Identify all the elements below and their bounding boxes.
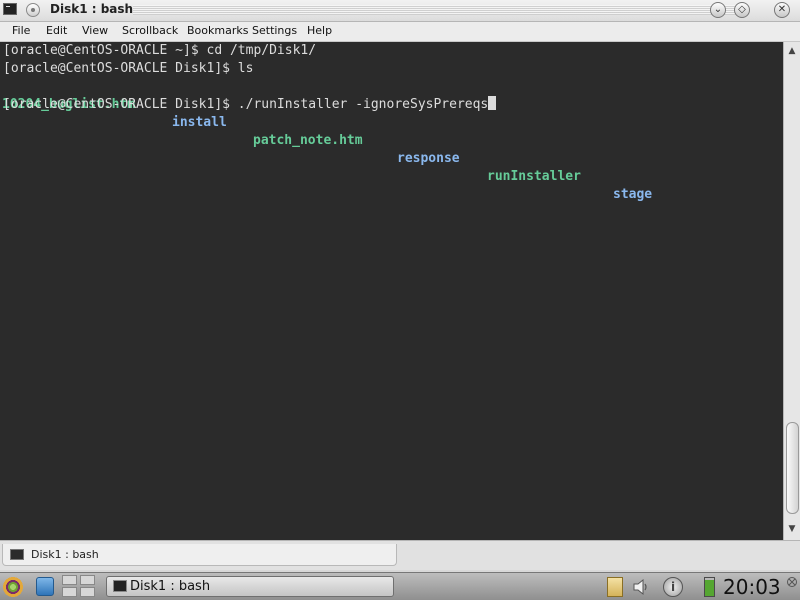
maximize-button[interactable]: ◇ [734, 2, 750, 18]
ls-item-response: response [397, 151, 460, 166]
kmenu-icon[interactable] [3, 577, 23, 597]
volume-icon[interactable] [632, 577, 652, 597]
pager-desktop-3[interactable] [62, 587, 77, 597]
menu-scrollback[interactable]: Scrollback [122, 24, 178, 37]
panel-corner-icon[interactable] [786, 576, 798, 588]
menu-bar: File Edit View Scrollback Bookmarks Sett… [0, 22, 800, 42]
scroll-down-arrow-icon[interactable]: ▼ [784, 522, 800, 536]
terminal-area[interactable]: [oracle@CentOS-ORACLE ~]$ cd /tmp/Disk1/… [0, 42, 783, 540]
desktop-icon[interactable] [36, 577, 54, 596]
terminal-icon [113, 580, 127, 592]
vertical-scrollbar[interactable]: ▲ ▼ [783, 42, 800, 540]
pager-desktop-4[interactable] [80, 587, 95, 597]
ls-item-runinstaller: runInstaller [487, 169, 581, 184]
taskbar-window-button[interactable]: Disk1 : bash [106, 576, 394, 597]
pager-icon[interactable] [62, 575, 96, 598]
ls-item-install: install [172, 115, 227, 130]
terminal-cursor [488, 96, 497, 110]
menu-view[interactable]: View [82, 24, 108, 37]
terminal-current-line[interactable]: [oracle@CentOS-ORACLE Disk1]$ ./runInsta… [3, 96, 497, 114]
taskbar-window-label: Disk1 : bash [130, 579, 211, 594]
menu-file[interactable]: File [12, 24, 30, 37]
session-tab[interactable]: Disk1 : bash [2, 544, 397, 566]
clock[interactable]: 20:03 [723, 575, 781, 599]
clipboard-icon[interactable] [607, 577, 623, 597]
titlebar-decoration [133, 5, 740, 15]
terminal-line-1: [oracle@CentOS-ORACLE ~]$ cd /tmp/Disk1/ [3, 43, 317, 58]
scrollbar-thumb[interactable] [786, 422, 799, 514]
menu-edit[interactable]: Edit [46, 24, 67, 37]
pager-desktop-2[interactable] [80, 575, 95, 585]
window-titlebar[interactable]: Disk1 : bash ⌄ ◇ ✕ [0, 0, 800, 22]
info-icon[interactable]: i [663, 577, 683, 597]
scroll-up-arrow-icon[interactable]: ▲ [784, 44, 800, 58]
terminal-command: [oracle@CentOS-ORACLE Disk1]$ ./runInsta… [3, 97, 489, 112]
terminal-icon [10, 549, 24, 560]
menu-settings[interactable]: Settings [252, 24, 297, 37]
window-title: Disk1 : bash [50, 2, 134, 16]
taskbar: Disk1 : bash i 20:03 [0, 572, 800, 600]
menu-bookmarks[interactable]: Bookmarks [187, 24, 248, 37]
session-tab-bar: Disk1 : bash [0, 540, 800, 570]
terminal-line-2: [oracle@CentOS-ORACLE Disk1]$ ls [3, 61, 254, 76]
close-button[interactable]: ✕ [774, 2, 790, 18]
terminal-icon[interactable] [3, 3, 17, 15]
session-tab-label: Disk1 : bash [31, 548, 99, 561]
minimize-button[interactable]: ⌄ [710, 2, 726, 18]
ls-output-line: 10204_buglist.htm install patch_note.htm… [0, 78, 652, 202]
pager-desktop-1[interactable] [62, 575, 77, 585]
ls-item-stage: stage [613, 187, 653, 202]
menu-help[interactable]: Help [307, 24, 332, 37]
ls-item-patch-note: patch_note.htm [253, 133, 363, 148]
window-menu-button[interactable] [26, 3, 40, 17]
battery-icon[interactable] [704, 577, 715, 597]
